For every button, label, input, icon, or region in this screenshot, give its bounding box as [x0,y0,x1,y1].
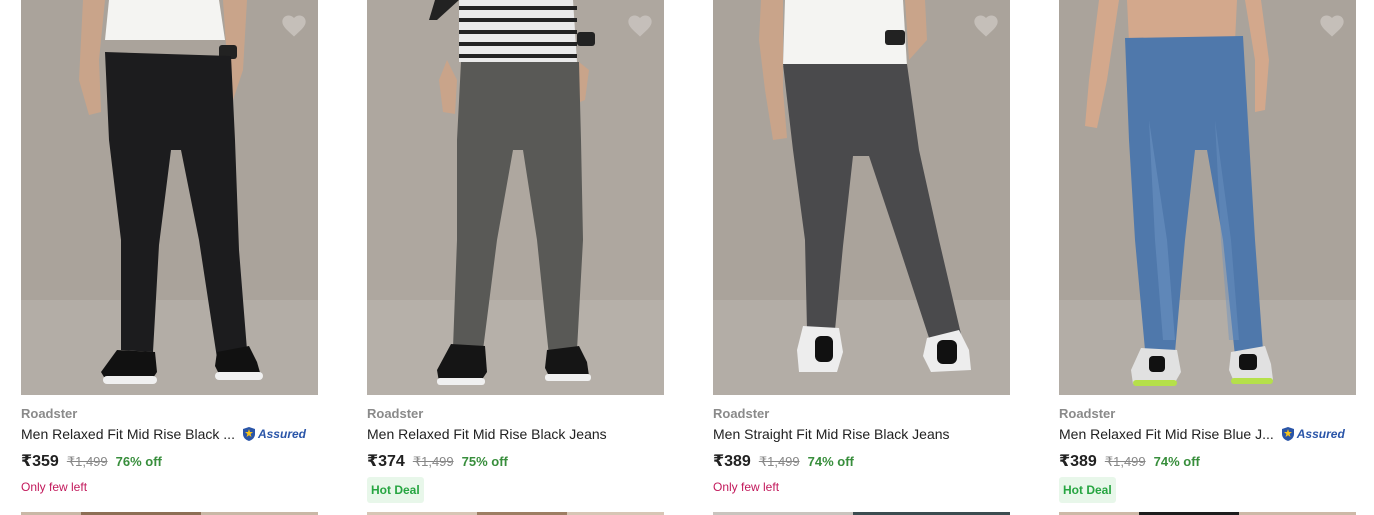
original-price: ₹1,499 [758,454,800,469]
assured-label: Assured [257,427,306,441]
product-brand: Roadster [713,406,770,421]
product-card[interactable]: Roadster Men Relaxed Fit Mid Rise Black … [367,0,664,515]
wishlist-heart-icon[interactable] [972,12,1000,40]
selling-price: ₹359 [21,453,59,470]
price-row: ₹359 ₹1,499 76% off [21,451,162,471]
product-title-row: Men Relaxed Fit Mid Rise Blue J... Assur… [1059,425,1356,443]
product-grid: Roadster Men Relaxed Fit Mid Rise Black … [0,0,1374,515]
product-card[interactable]: Roadster Men Straight Fit Mid Rise Black… [713,0,1010,515]
selling-price: ₹389 [713,453,751,470]
discount-percent: 76% off [115,454,162,469]
original-price: ₹1,499 [66,454,108,469]
product-image[interactable] [367,0,664,395]
product-title-row: Men Relaxed Fit Mid Rise Black ... Assur… [21,425,318,443]
product-card[interactable]: Roadster Men Relaxed Fit Mid Rise Black … [21,0,318,515]
wishlist-heart-icon[interactable] [626,12,654,40]
hot-deal-badge: Hot Deal [367,477,424,503]
product-image[interactable] [713,0,1010,395]
product-title-row: Men Straight Fit Mid Rise Black Jeans [713,425,1010,443]
hot-deal-badge: Hot Deal [1059,477,1116,503]
product-title[interactable]: Men Straight Fit Mid Rise Black Jeans [713,426,950,442]
product-title[interactable]: Men Relaxed Fit Mid Rise Black ... [21,426,235,442]
assured-badge: Assured [241,426,306,442]
wishlist-heart-icon[interactable] [280,12,308,40]
wishlist-heart-icon[interactable] [1318,12,1346,40]
product-brand: Roadster [1059,406,1116,421]
stock-warning: Only few left [713,480,780,494]
price-row: ₹389 ₹1,499 74% off [713,451,854,471]
discount-percent: 74% off [1153,454,1200,469]
product-title[interactable]: Men Relaxed Fit Mid Rise Black Jeans [367,426,607,442]
discount-percent: 75% off [461,454,508,469]
price-row: ₹374 ₹1,499 75% off [367,451,508,471]
original-price: ₹1,499 [412,454,454,469]
assured-shield-icon [242,427,255,441]
discount-percent: 74% off [807,454,854,469]
selling-price: ₹389 [1059,453,1097,470]
product-image[interactable] [1059,0,1356,395]
assured-shield-icon [1281,427,1294,441]
product-brand: Roadster [367,406,424,421]
selling-price: ₹374 [367,453,405,470]
assured-badge: Assured [1280,426,1345,442]
product-card[interactable]: Roadster Men Relaxed Fit Mid Rise Blue J… [1059,0,1356,515]
stock-warning: Only few left [21,480,88,494]
price-row: ₹389 ₹1,499 74% off [1059,451,1200,471]
assured-label: Assured [1296,427,1345,441]
product-title-row: Men Relaxed Fit Mid Rise Black Jeans [367,425,664,443]
product-image[interactable] [21,0,318,395]
product-title[interactable]: Men Relaxed Fit Mid Rise Blue J... [1059,426,1274,442]
product-brand: Roadster [21,406,78,421]
original-price: ₹1,499 [1104,454,1146,469]
